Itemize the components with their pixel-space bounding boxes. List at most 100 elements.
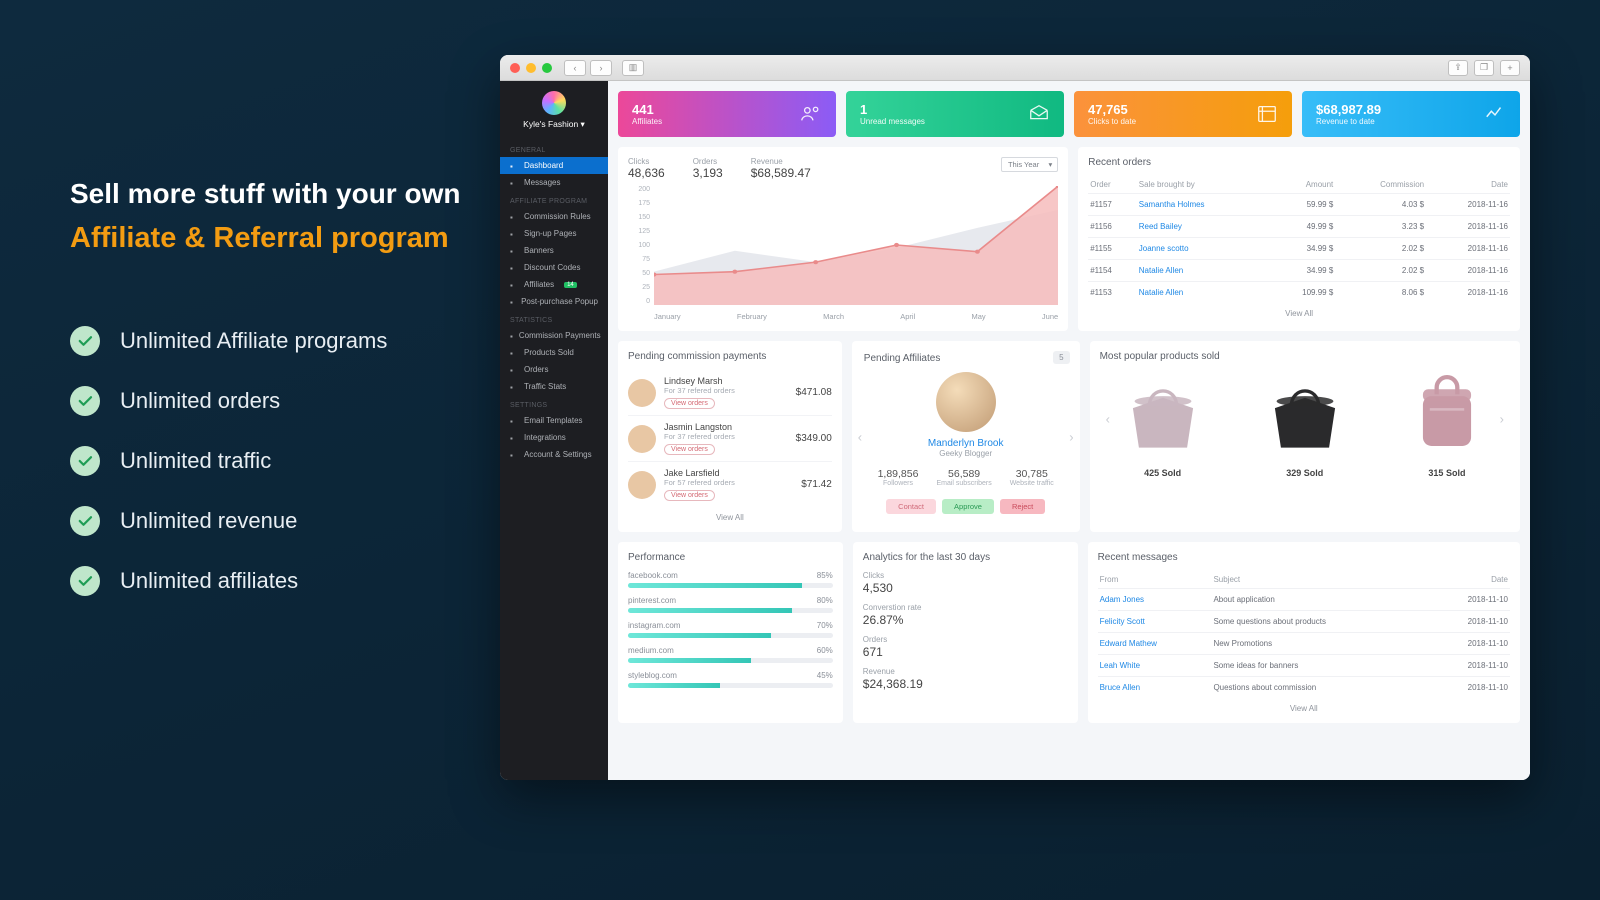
sidebar-item-messages[interactable]: ▪ Messages <box>500 174 608 191</box>
sidebar-item-sign-up-pages[interactable]: ▪ Sign-up Pages <box>500 225 608 242</box>
stat-value: 47,765 <box>1088 103 1136 116</box>
table-row[interactable]: #1155Joanne scotto34.99 $2.02 $2018-11-1… <box>1088 238 1510 260</box>
product-item[interactable]: 329 Sold <box>1262 370 1348 478</box>
prev-product-icon[interactable]: ‹ <box>1106 411 1110 426</box>
sidebar-item-traffic-stats[interactable]: ▪ Traffic Stats <box>500 378 608 395</box>
view-orders-button[interactable]: View orders <box>664 444 715 455</box>
minimize-icon[interactable] <box>526 63 536 73</box>
next-affiliate-icon[interactable]: › <box>1069 429 1073 444</box>
forward-button[interactable]: › <box>590 60 612 76</box>
view-all-link[interactable]: View All <box>1088 303 1510 318</box>
stat-icon <box>1256 103 1278 125</box>
view-orders-button[interactable]: View orders <box>664 398 715 409</box>
table-cell: Adam Jones <box>1098 589 1212 611</box>
sidebar-item-label: Sign-up Pages <box>524 229 576 238</box>
sidebar-item-account-settings[interactable]: ▪ Account & Settings <box>500 446 608 463</box>
approve-button[interactable]: Approve <box>942 499 994 514</box>
recent-orders-table: OrderSale brought byAmountCommissionDate… <box>1088 176 1510 303</box>
table-row[interactable]: Felicity ScottSome questions about produ… <box>1098 611 1510 633</box>
sidebar-item-commission-rules[interactable]: ▪ Commission Rules <box>500 208 608 225</box>
prev-affiliate-icon[interactable]: ‹ <box>858 429 862 444</box>
affiliate-name[interactable]: Manderlyn Brook <box>928 438 1004 449</box>
performance-card: Performance facebook.com85% pinterest.co… <box>618 542 843 723</box>
table-cell: 2.02 $ <box>1335 260 1426 282</box>
chart-range-select[interactable]: This Year <box>1001 157 1058 172</box>
tabs-icon[interactable]: ❐ <box>1474 60 1494 76</box>
progress-bar <box>628 633 833 638</box>
table-header: Commission <box>1335 176 1426 194</box>
sidebar-item-products-sold[interactable]: ▪ Products Sold <box>500 344 608 361</box>
sidebar-toggle-icon[interactable]: ▥ <box>622 60 644 76</box>
sidebar-item-commission-payments[interactable]: ▪ Commission Payments <box>500 327 608 344</box>
brand[interactable]: Kyle's Fashion ▾ <box>500 91 608 130</box>
table-row[interactable]: Bruce AllenQuestions about commission201… <box>1098 677 1510 699</box>
new-tab-button[interactable]: + <box>1500 60 1520 76</box>
table-cell: #1153 <box>1088 282 1137 304</box>
sidebar-item-discount-codes[interactable]: ▪ Discount Codes <box>500 259 608 276</box>
discount-icon: ▪ <box>510 264 518 272</box>
table-cell: Leah White <box>1098 655 1212 677</box>
affiliate-stat: 30,785Website traffic <box>1010 468 1054 487</box>
performance-row: pinterest.com80% <box>628 596 833 613</box>
commission-amount: $349.00 <box>796 433 832 444</box>
table-cell: Felicity Scott <box>1098 611 1212 633</box>
table-cell: New Promotions <box>1211 633 1427 655</box>
stat-card[interactable]: 47,765 Clicks to date <box>1074 91 1292 137</box>
sidebar-item-banners[interactable]: ▪ Banners <box>500 242 608 259</box>
performance-pct: 45% <box>817 671 833 680</box>
sidebar-item-email-templates[interactable]: ▪ Email Templates <box>500 412 608 429</box>
table-cell: Reed Bailey <box>1137 216 1269 238</box>
settings-icon: ▪ <box>510 451 518 459</box>
next-product-icon[interactable]: › <box>1500 411 1504 426</box>
progress-bar <box>628 683 833 688</box>
sidebar-item-label: Messages <box>524 178 560 187</box>
stat-card[interactable]: 441 Affiliates <box>618 91 836 137</box>
table-row[interactable]: #1154Natalie Allen34.99 $2.02 $2018-11-1… <box>1088 260 1510 282</box>
commission-amount: $471.08 <box>796 387 832 398</box>
sidebar-item-dashboard[interactable]: ▪ Dashboard <box>500 157 608 174</box>
sidebar-item-orders[interactable]: ▪ Orders <box>500 361 608 378</box>
commission-item: Lindsey Marsh For 37 refered orders View… <box>628 370 832 416</box>
table-header: Order <box>1088 176 1137 194</box>
product-item[interactable]: 425 Sold <box>1120 370 1206 478</box>
table-row[interactable]: #1157Samantha Holmes59.99 $4.03 $2018-11… <box>1088 194 1510 216</box>
table-row[interactable]: Adam JonesAbout application2018-11-10 <box>1098 589 1510 611</box>
sidebar-item-label: Banners <box>524 246 554 255</box>
sidebar-item-integrations[interactable]: ▪ Integrations <box>500 429 608 446</box>
zoom-icon[interactable] <box>542 63 552 73</box>
reject-button[interactable]: Reject <box>1000 499 1045 514</box>
contact-button[interactable]: Contact <box>886 499 936 514</box>
sidebar-item-affiliates[interactable]: ▪ Affiliates 14 <box>500 276 608 293</box>
performance-pct: 85% <box>817 571 833 580</box>
recent-messages-card: Recent messages FromSubjectDate Adam Jon… <box>1088 542 1520 723</box>
table-row[interactable]: Edward MathewNew Promotions2018-11-10 <box>1098 633 1510 655</box>
view-orders-button[interactable]: View orders <box>664 490 715 501</box>
commission-name[interactable]: Jake Larsfield <box>664 468 735 478</box>
product-item[interactable]: 315 Sold <box>1404 370 1490 478</box>
promo-panel: Sell more stuff with your own Affiliate … <box>70 175 490 626</box>
commission-item: Jake Larsfield For 57 refered orders Vie… <box>628 462 832 507</box>
share-icon[interactable]: ⇪ <box>1448 60 1468 76</box>
table-row[interactable]: Leah WhiteSome ideas for banners2018-11-… <box>1098 655 1510 677</box>
stat-card[interactable]: $68,987.89 Revenue to date <box>1302 91 1520 137</box>
sidebar-item-post-purchase-popup[interactable]: ▪ Post-purchase Popup <box>500 293 608 310</box>
table-row[interactable]: #1156Reed Bailey49.99 $3.23 $2018-11-16 <box>1088 216 1510 238</box>
view-all-link[interactable]: View All <box>628 507 832 522</box>
affiliate-avatar <box>936 372 996 432</box>
commission-sub: For 37 refered orders <box>664 432 735 441</box>
back-button[interactable]: ‹ <box>564 60 586 76</box>
close-icon[interactable] <box>510 63 520 73</box>
table-cell: Natalie Allen <box>1137 260 1269 282</box>
commission-name[interactable]: Jasmin Langston <box>664 422 735 432</box>
table-row[interactable]: #1153Natalie Allen109.99 $8.06 $2018-11-… <box>1088 282 1510 304</box>
commission-name[interactable]: Lindsey Marsh <box>664 376 735 386</box>
sidebar-item-label: Account & Settings <box>524 450 592 459</box>
check-icon <box>70 566 100 596</box>
stat-card[interactable]: 1 Unread messages <box>846 91 1064 137</box>
analytics-value: 26.87% <box>863 613 1068 627</box>
table-cell: Bruce Allen <box>1098 677 1212 699</box>
view-all-link[interactable]: View All <box>1098 698 1510 713</box>
performance-source: instagram.com <box>628 621 680 630</box>
sidebar-item-label: Commission Payments <box>519 331 601 340</box>
product-image <box>1262 370 1348 460</box>
